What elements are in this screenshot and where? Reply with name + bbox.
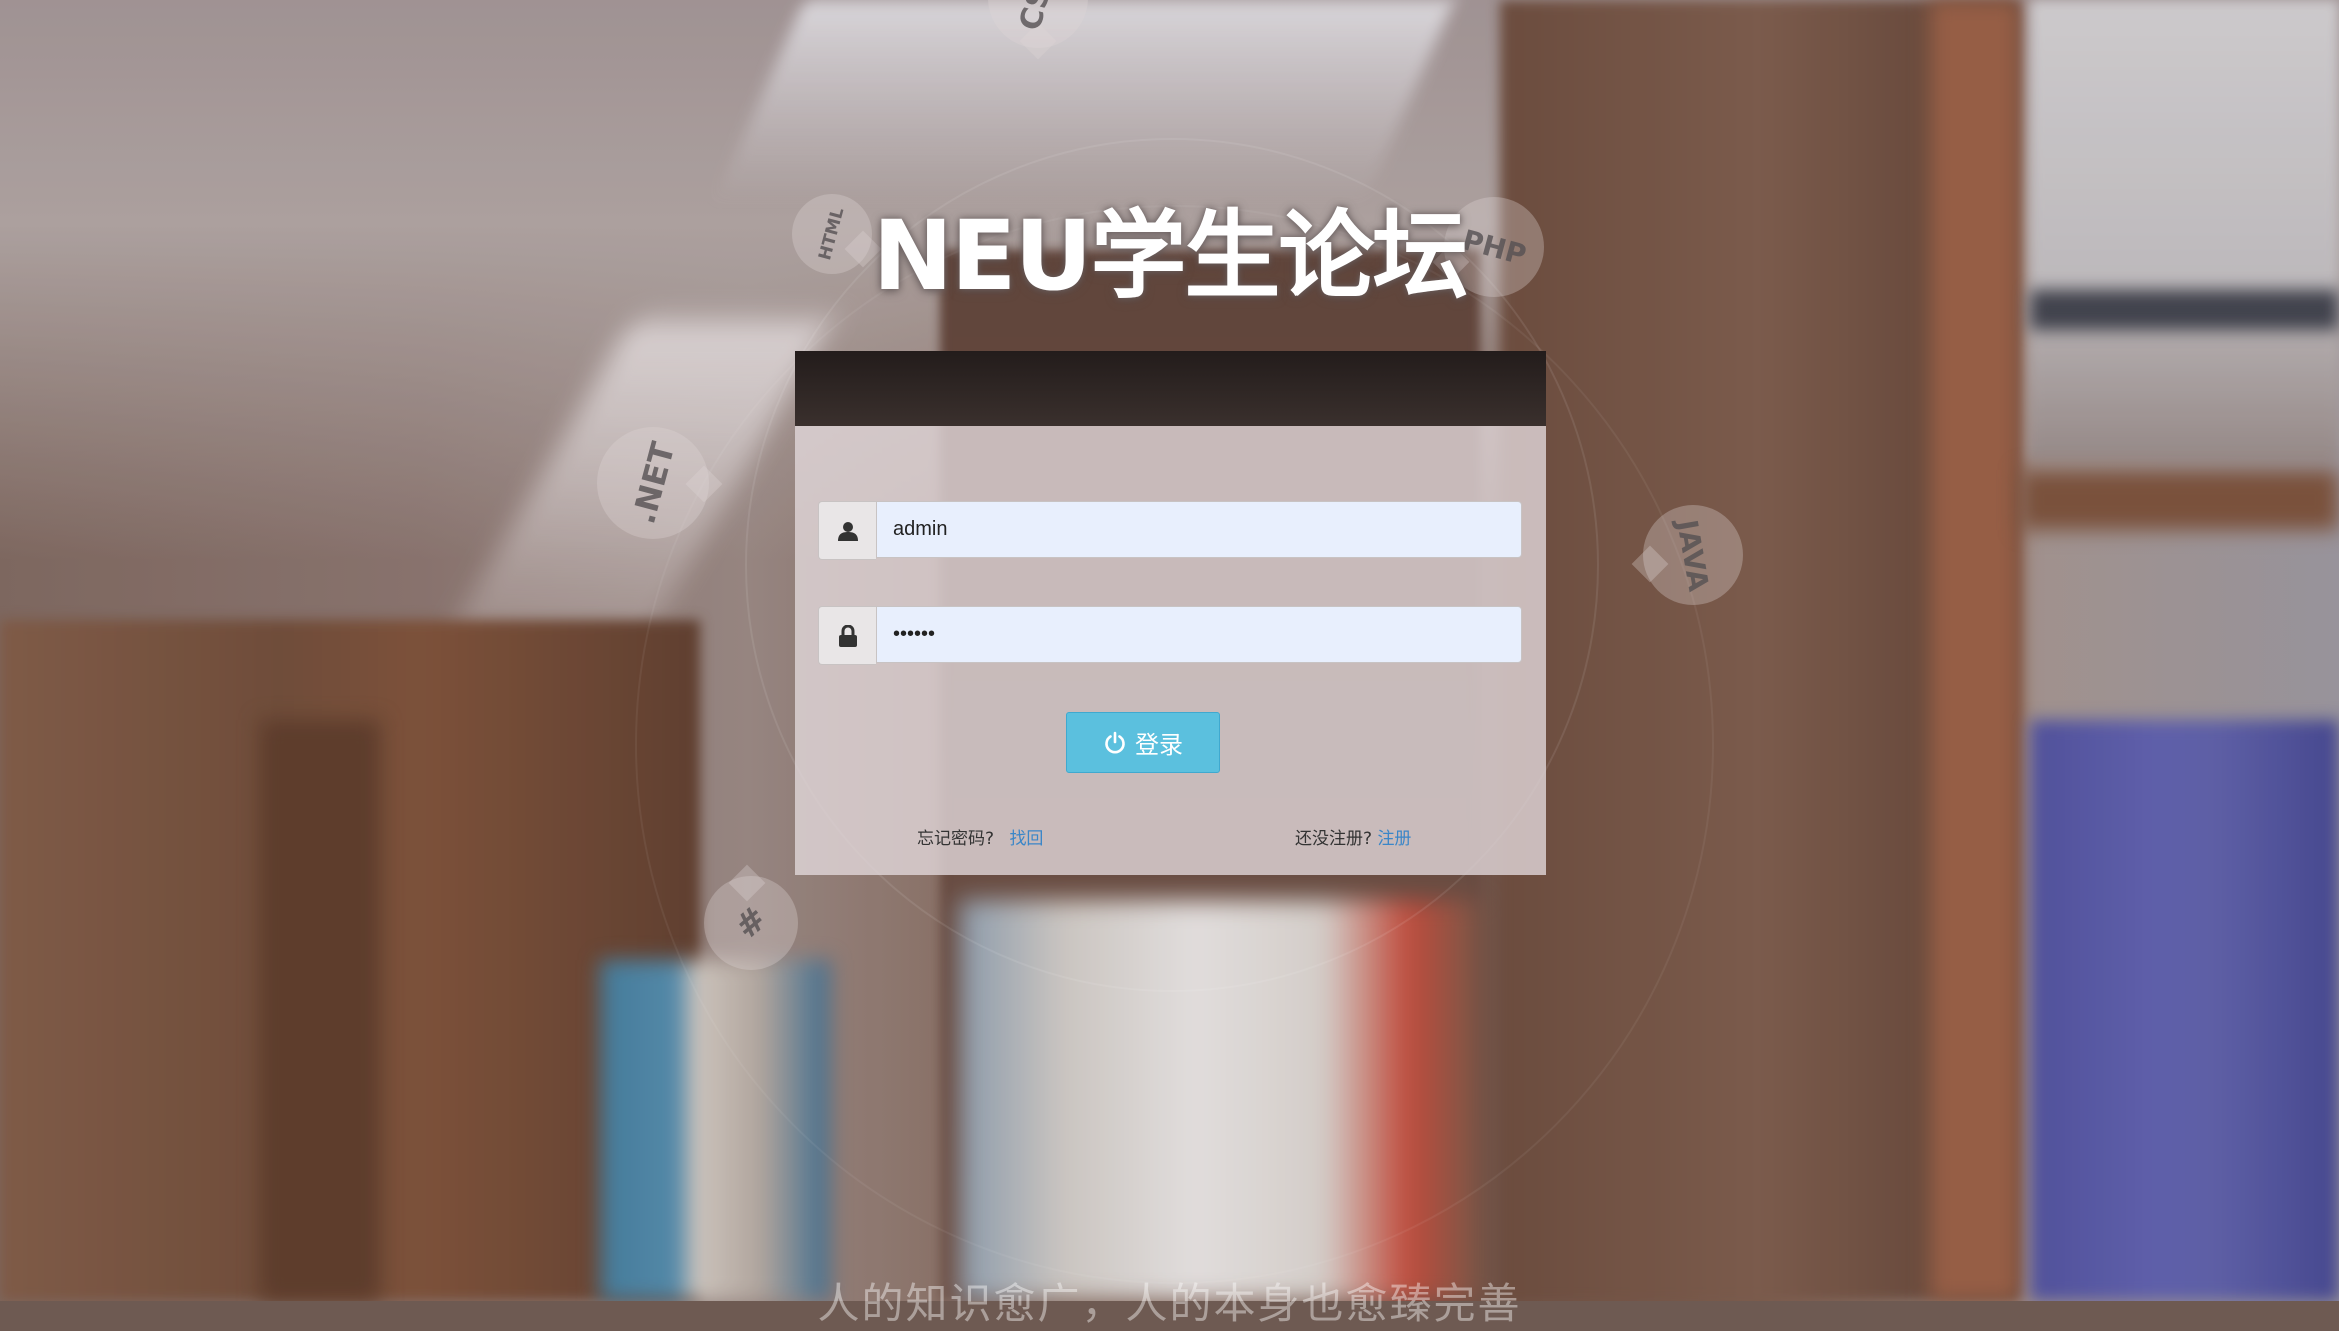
tech-bubble-label: # <box>727 898 775 948</box>
lock-icon <box>818 606 876 665</box>
tech-bubble-label: .NET <box>623 438 683 528</box>
login-panel: 登录 忘记密码? 找回 还没注册? 注册 <box>795 351 1546 875</box>
tech-bubble-csharp: # <box>704 864 798 970</box>
tech-bubble-java: JAVA <box>1631 505 1743 605</box>
power-icon <box>1105 731 1125 753</box>
user-icon <box>818 501 876 560</box>
password-input[interactable] <box>876 606 1522 663</box>
username-input[interactable] <box>876 501 1522 558</box>
page-title: NEU学生论坛 <box>872 200 1469 312</box>
username-field <box>818 501 1522 560</box>
tech-bubble-label: CSS <box>1013 0 1063 34</box>
forgot-password-link[interactable]: 找回 <box>1009 829 1043 849</box>
register-link[interactable]: 注册 <box>1377 829 1411 849</box>
register-row: 还没注册? 注册 <box>1295 824 1411 849</box>
login-button[interactable]: 登录 <box>1066 712 1220 773</box>
forgot-password-row: 忘记密码? 找回 <box>917 824 1043 849</box>
login-button-label: 登录 <box>1135 731 1183 759</box>
password-field <box>818 606 1522 665</box>
tech-bubble-label: JAVA <box>1670 516 1716 594</box>
register-prompt: 还没注册? <box>1295 829 1373 849</box>
login-panel-header <box>795 351 1546 426</box>
forgot-password-prompt: 忘记密码? <box>917 829 995 849</box>
tech-bubble-net: .NET <box>597 427 723 539</box>
